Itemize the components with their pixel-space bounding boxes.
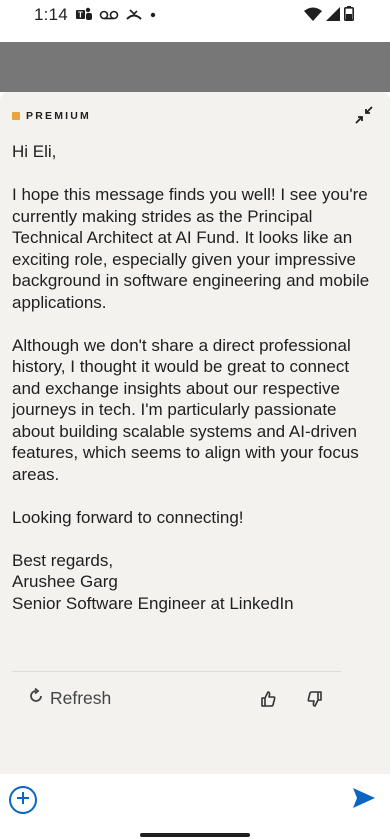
collapse-icon [354,105,374,130]
missed-call-icon [125,8,143,22]
message-paragraph-2: Although we don't share a direct profess… [12,335,359,484]
thumbs-down-button[interactable] [306,690,324,713]
collapse-button[interactable] [352,105,376,129]
dot-icon [149,11,157,19]
voicemail-icon [99,9,119,21]
message-actions: Refresh [28,686,338,716]
refresh-button[interactable]: Refresh [28,687,112,709]
status-time: 1:14 [34,5,68,24]
add-attachment-button[interactable] [9,786,37,814]
dimmed-background[interactable] [0,42,390,92]
composer-bar [0,774,390,839]
message-signoff: Best regards, Arushee Garg Senior Softwa… [12,550,372,615]
message-paragraph-1: I hope this message finds you well! I se… [12,185,370,312]
send-button[interactable] [352,787,376,814]
signoff-line-2: Arushee Garg [12,572,118,591]
send-icon [352,788,376,813]
status-icons-right [304,6,354,26]
premium-label: PREMIUM [26,110,91,122]
signoff-line-1: Best regards, [12,550,114,570]
refresh-icon [28,687,44,709]
thumbs-down-icon [306,691,324,712]
premium-badge-icon [12,112,20,120]
battery-icon [344,6,354,26]
signoff-line-3: Senior Software Engineer at LinkedIn [12,593,294,613]
message-closing: Looking forward to connecting! [12,507,244,527]
wifi-icon [304,7,322,26]
teams-icon: T [76,7,93,22]
signal-icon [326,6,340,26]
premium-header: PREMIUM [12,110,91,122]
plus-icon [15,790,31,811]
refresh-label: Refresh [50,688,112,708]
status-icons-left: T [76,7,157,22]
svg-text:T: T [78,11,83,20]
status-bar: 1:14 T [0,0,390,42]
message-body[interactable]: Hi Eli, I hope this message finds you we… [12,141,372,614]
thumbs-up-icon [259,691,277,712]
home-indicator[interactable] [140,833,250,837]
divider [12,671,341,672]
thumbs-up-button[interactable] [259,690,277,713]
message-greeting: Hi Eli, [12,142,57,161]
